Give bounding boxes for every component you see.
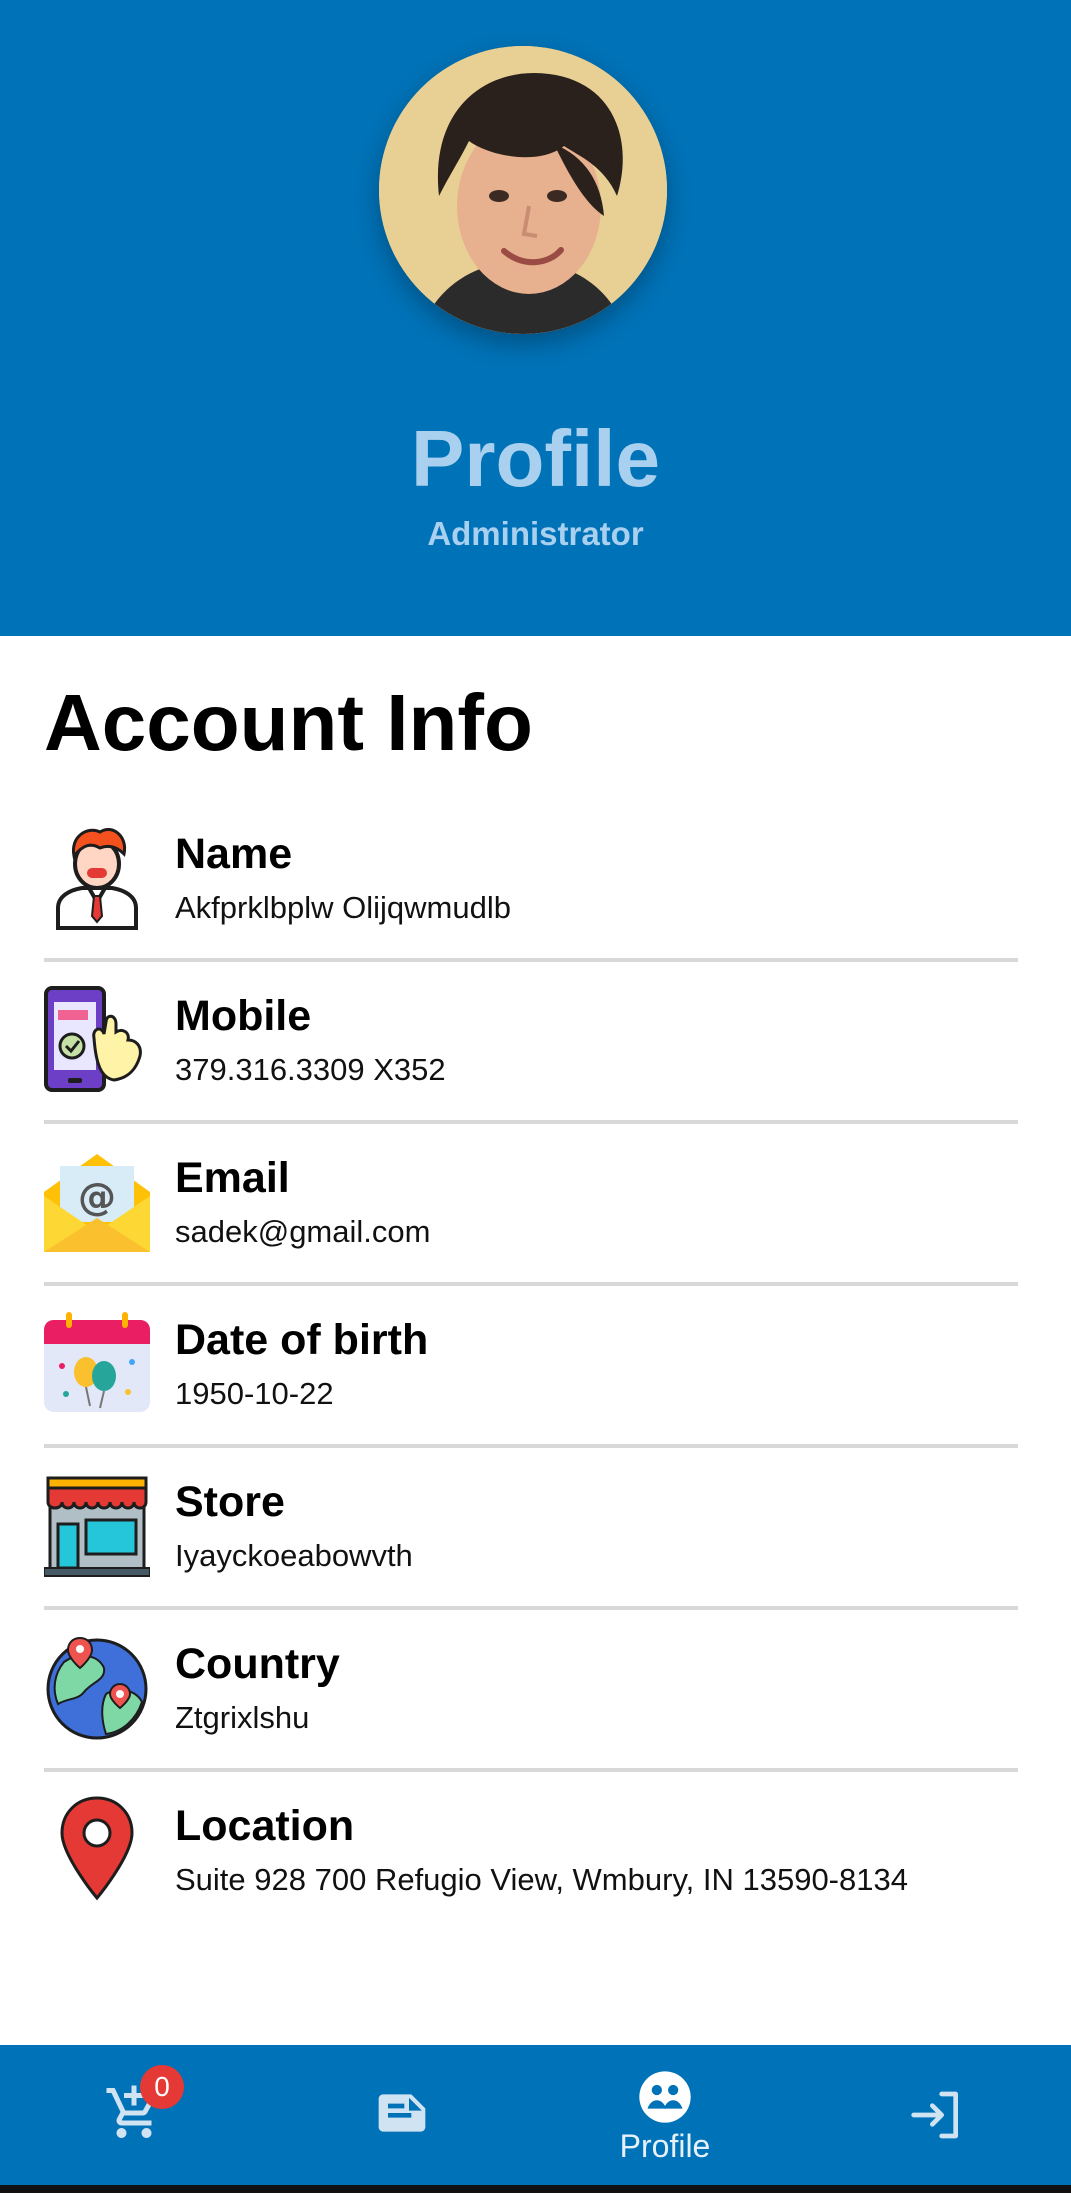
avatar[interactable] [379,46,667,334]
nav-cart-button[interactable]: 0 [0,2045,268,2185]
info-value: Ztgrixlshu [175,1700,310,1735]
note-icon [374,2085,430,2141]
info-label: Mobile [175,992,312,1040]
info-value: 1950-10-22 [175,1376,334,1411]
info-row-mobile: Mobile 379.316.3309 X352 [44,962,1018,1124]
info-row-email: @ Email sadek@gmail.com [44,1124,1018,1286]
system-bar [0,2185,1071,2193]
page-title: Profile [411,414,660,503]
info-label: Store [175,1478,285,1526]
nav-notes-button[interactable] [268,2045,536,2185]
info-row-location: Location Suite 928 700 Refugio View, Wmb… [44,1772,1018,1934]
nav-profile-label: Profile [619,2128,711,2164]
info-row-country: Country Ztgrixlshu [44,1610,1018,1772]
user-role: Administrator [427,515,644,552]
svg-text:@: @ [78,1175,116,1219]
email-icon: @ [44,1148,150,1254]
info-value: sadek@gmail.com [175,1214,431,1249]
info-label: Country [175,1640,340,1688]
nav-profile-tab[interactable]: Profile [531,2045,799,2185]
location-pin-icon [44,1796,150,1902]
logout-icon [909,2087,965,2143]
info-value: Iyayckoeabowvth [175,1538,413,1573]
globe-icon [44,1634,150,1740]
store-icon [44,1472,150,1578]
profile-icon [637,2069,693,2125]
profile-header: Profile Administrator [0,0,1071,636]
info-label: Location [175,1802,355,1850]
calendar-icon [44,1310,150,1416]
info-row-name: Name Akfprklbplw Olijqwmudlb [44,800,1018,962]
info-label: Email [175,1154,290,1202]
info-value: Suite 928 700 Refugio View, Wmbury, IN 1… [175,1862,908,1897]
info-label: Date of birth [175,1316,429,1364]
avatar-image [379,46,667,334]
person-icon [44,824,150,930]
nav-logout-button[interactable] [803,2045,1071,2185]
cart-count-badge: 0 [140,2065,184,2109]
mobile-icon [44,986,150,1092]
bottom-navigation: 0 Profile [0,2045,1071,2185]
info-row-date-of-birth: Date of birth 1950-10-22 [44,1286,1018,1448]
info-value: 379.316.3309 X352 [175,1052,446,1087]
info-label: Name [175,830,293,878]
info-value: Akfprklbplw Olijqwmudlb [175,890,511,925]
account-info-heading: Account Info [44,678,533,767]
info-row-store: Store Iyayckoeabowvth [44,1448,1018,1610]
